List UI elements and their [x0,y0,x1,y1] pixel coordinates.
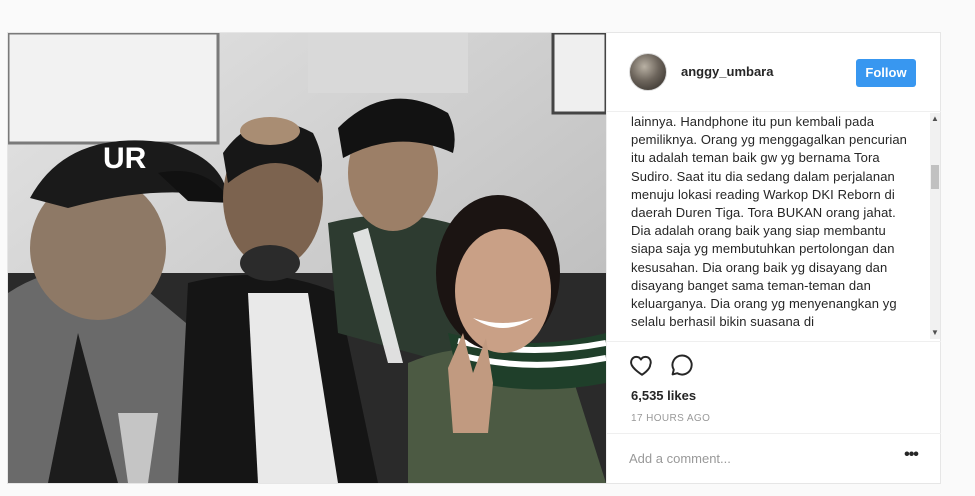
ellipsis-icon[interactable]: ••• [899,446,923,470]
group-selfie-image: UR [8,33,606,483]
caption-text: lainnya. Handphone itu pun kembali pada … [631,114,908,330]
avatar[interactable] [629,53,667,91]
triangle-down-icon[interactable]: ▼ [930,327,940,339]
instagram-post: UR anggy_umbara Follow lainnya. Handphon… [7,32,941,484]
username-link[interactable]: anggy_umbara [681,64,773,79]
post-timestamp[interactable]: 17 HOURS AGO [631,413,710,424]
caption-container: lainnya. Handphone itu pun kembali pada … [631,113,931,339]
cap-lettering: UR [103,142,147,175]
speech-bubble-icon[interactable] [669,352,695,378]
post-photo[interactable]: UR [8,33,606,483]
heart-outline-icon[interactable] [629,352,655,378]
scrollbar-thumb[interactable] [931,165,939,189]
triangle-up-icon[interactable]: ▲ [930,113,940,125]
post-header: anggy_umbara Follow [607,33,941,112]
post-sidebar: anggy_umbara Follow lainnya. Handphone i… [606,33,941,483]
likes-count[interactable]: 6,535 likes [631,388,696,403]
comment-input[interactable] [629,444,879,472]
follow-button[interactable]: Follow [856,59,916,87]
comment-bar: ••• [607,433,941,484]
caption-scrollbar[interactable]: ▲ ▼ [930,113,940,339]
